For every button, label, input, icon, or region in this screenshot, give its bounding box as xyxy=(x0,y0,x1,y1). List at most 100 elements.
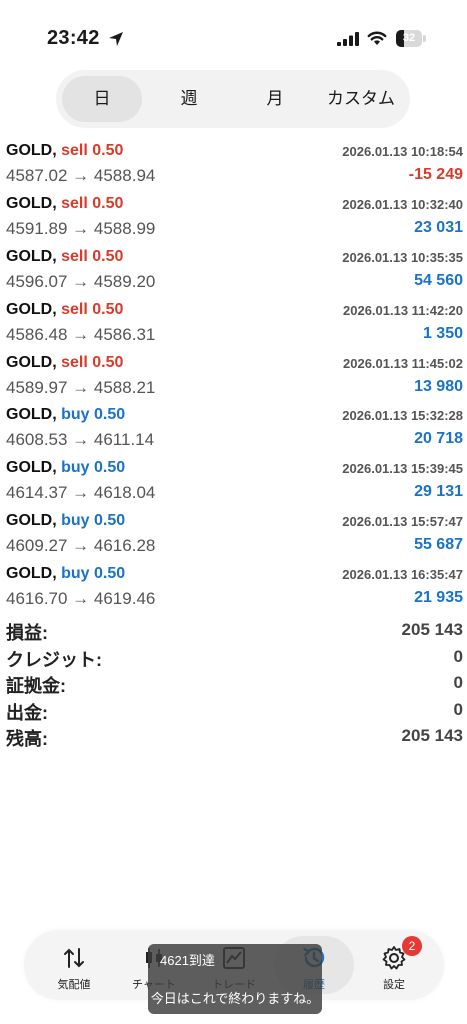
deal-profit: -15 249 xyxy=(408,166,463,183)
deal-time: 2026.01.13 10:18:54 xyxy=(342,144,463,159)
toast-line-1: 4621到達 xyxy=(160,953,215,968)
deal-side: sell 0.50 xyxy=(61,142,124,159)
deal-prices: 4589.97 → 4588.21 xyxy=(6,377,156,397)
deal-prices: 4586.48 → 4586.31 xyxy=(6,324,156,344)
deal-row[interactable]: GOLD, buy 0.50 2026.01.13 15:39:45 4614.37… xyxy=(0,455,467,508)
deal-side: buy 0.50 xyxy=(61,406,126,424)
deal-side: buy 0.50 xyxy=(61,565,126,583)
deal-profit: 20 718 xyxy=(414,430,463,448)
deal-prices: 4614.37 → 4618.04 xyxy=(6,483,156,503)
quotes-arrows-icon xyxy=(64,948,84,968)
deal-symbol-name: GOLD, xyxy=(6,300,57,318)
nav-item-quotes-arrows[interactable]: 気配値 xyxy=(34,936,114,994)
period-selector: 日週月カスタム xyxy=(56,70,410,128)
deal-side: buy 0.50 xyxy=(61,459,126,477)
tab-period-2[interactable]: 月 xyxy=(232,76,318,122)
summary-row: 残高: 205 143 xyxy=(0,723,467,750)
tab-period-0[interactable]: 日 xyxy=(62,76,142,122)
summary-label: 残高: xyxy=(6,729,48,749)
deal-time: 2026.01.13 10:32:40 xyxy=(342,196,463,212)
deal-profit: 1 350 xyxy=(422,324,463,342)
summary-value: 205 143 xyxy=(401,620,463,639)
deal-symbol: GOLD, sell 0.50 xyxy=(6,195,123,213)
nav-item-gear[interactable]: 設定 2 xyxy=(354,936,434,994)
summary-label: 証拠金: xyxy=(6,676,66,696)
summary-row: 出金: 0 xyxy=(0,697,467,724)
toast-notification: 4621到達 今日はこれで終わりますね。 xyxy=(148,944,322,1014)
deal-symbol: GOLD, sell 0.50 xyxy=(6,301,123,319)
deal-symbol-name: GOLD, xyxy=(6,406,57,424)
deal-prices: 4591.89 → 4588.99 xyxy=(6,218,156,238)
cellular-signal-icon xyxy=(337,32,359,46)
deals-list: GOLD, sell 0.50 2026.01.13 10:18:54 4587.0… xyxy=(0,138,467,614)
trade-history-screen: 23:42 32 日週月カスタム GOLD, sell 0.50 2026.01.… xyxy=(0,0,467,1024)
deal-row[interactable]: GOLD, sell 0.50 2026.01.13 10:35:35 4596.0… xyxy=(0,244,467,297)
summary-label: クレジット: xyxy=(6,649,102,670)
deal-row[interactable]: GOLD, sell 0.50 2026.01.13 11:45:02 4589.9… xyxy=(0,350,467,403)
deal-prices: 4587.02 → 4588.94 xyxy=(6,166,156,185)
deal-symbol-name: GOLD, xyxy=(6,194,57,212)
deal-row[interactable]: GOLD, sell 0.50 2026.01.13 10:32:40 4591.8… xyxy=(0,191,467,244)
summary-label: 出金: xyxy=(6,702,48,723)
summary-row: 証拠金: 0 xyxy=(0,670,467,697)
deal-symbol: GOLD, buy 0.50 xyxy=(6,406,125,424)
deal-symbol: GOLD, sell 0.50 xyxy=(6,248,123,266)
status-time: 23:42 xyxy=(47,27,100,49)
summary-row: 損益: 205 143 xyxy=(0,617,467,644)
deal-time: 2026.01.13 11:45:02 xyxy=(343,355,463,371)
deal-symbol-name: GOLD, xyxy=(6,512,57,530)
deal-row[interactable]: GOLD, sell 0.50 2026.01.13 11:42:20 4586.4… xyxy=(0,297,467,350)
deal-symbol: GOLD, sell 0.50 xyxy=(6,142,123,160)
deal-symbol-name: GOLD, xyxy=(6,142,57,159)
deal-row[interactable]: GOLD, sell 0.50 2026.01.13 10:18:54 4587.0… xyxy=(0,138,467,191)
summary-value: 0 xyxy=(453,646,463,666)
deal-symbol: GOLD, sell 0.50 xyxy=(6,354,123,372)
summary-value: 0 xyxy=(453,673,463,692)
deal-symbol: GOLD, buy 0.50 xyxy=(6,459,125,477)
deal-row[interactable]: GOLD, buy 0.50 2026.01.13 15:32:28 4608.53… xyxy=(0,402,467,455)
deal-symbol: GOLD, buy 0.50 xyxy=(6,512,125,530)
toast-line-2: 今日はこれで終わりますね。 xyxy=(150,991,320,1006)
deal-prices: 4608.53 → 4611.14 xyxy=(6,430,155,450)
deal-row[interactable]: GOLD, buy 0.50 2026.01.13 15:57:47 4609.27… xyxy=(0,508,467,561)
tab-period-3[interactable]: カスタム xyxy=(318,76,404,122)
deal-symbol-name: GOLD, xyxy=(6,353,57,371)
deal-profit: 29 131 xyxy=(414,483,463,501)
summary-label: 損益: xyxy=(6,623,48,643)
deal-symbol: GOLD, buy 0.50 xyxy=(6,565,125,583)
deal-symbol-name: GOLD, xyxy=(6,459,57,477)
deal-symbol-name: GOLD, xyxy=(6,565,57,583)
summary-row: クレジット: 0 xyxy=(0,644,467,671)
deal-time: 2026.01.13 10:35:35 xyxy=(342,249,463,265)
battery-percent: 32 xyxy=(402,32,416,44)
deal-side: buy 0.50 xyxy=(61,512,126,530)
notification-badge: 2 xyxy=(402,936,422,956)
deal-side: sell 0.50 xyxy=(61,194,124,212)
deal-prices: 4596.07 → 4589.20 xyxy=(6,271,156,291)
wifi-icon xyxy=(367,31,387,45)
account-summary: 損益: 205 143 クレジット: 0 証拠金: 0 出金: 0 残高: 205 143 xyxy=(0,617,467,750)
summary-value: 0 xyxy=(453,699,463,719)
location-arrow-icon xyxy=(109,32,123,46)
deal-prices: 4616.70 → 4619.46 xyxy=(6,589,156,609)
deal-side: sell 0.50 xyxy=(61,247,124,265)
deal-side: sell 0.50 xyxy=(61,353,124,371)
deal-prices: 4609.27 → 4616.28 xyxy=(6,536,156,556)
deal-profit: 21 935 xyxy=(414,589,463,607)
deal-time: 2026.01.13 15:39:45 xyxy=(342,461,463,477)
tab-period-1[interactable]: 週 xyxy=(146,76,232,122)
summary-value: 205 143 xyxy=(401,726,463,745)
deal-profit: 55 687 xyxy=(414,536,463,554)
deal-profit: 54 560 xyxy=(414,271,463,289)
deal-profit: 13 980 xyxy=(414,377,463,395)
deal-symbol-name: GOLD, xyxy=(6,247,57,265)
status-bar: 23:42 32 xyxy=(0,0,467,76)
nav-label: 気配値 xyxy=(57,979,91,991)
deal-time: 2026.01.13 16:35:47 xyxy=(342,567,463,583)
deal-time: 2026.01.13 15:32:28 xyxy=(342,408,463,424)
deal-profit: 23 031 xyxy=(414,218,463,236)
deal-row[interactable]: GOLD, buy 0.50 2026.01.13 16:35:47 4616.70… xyxy=(0,561,467,614)
deal-time: 2026.01.13 11:42:20 xyxy=(343,302,463,318)
battery-indicator: 32 xyxy=(396,30,426,47)
nav-label: 設定 xyxy=(383,979,405,991)
